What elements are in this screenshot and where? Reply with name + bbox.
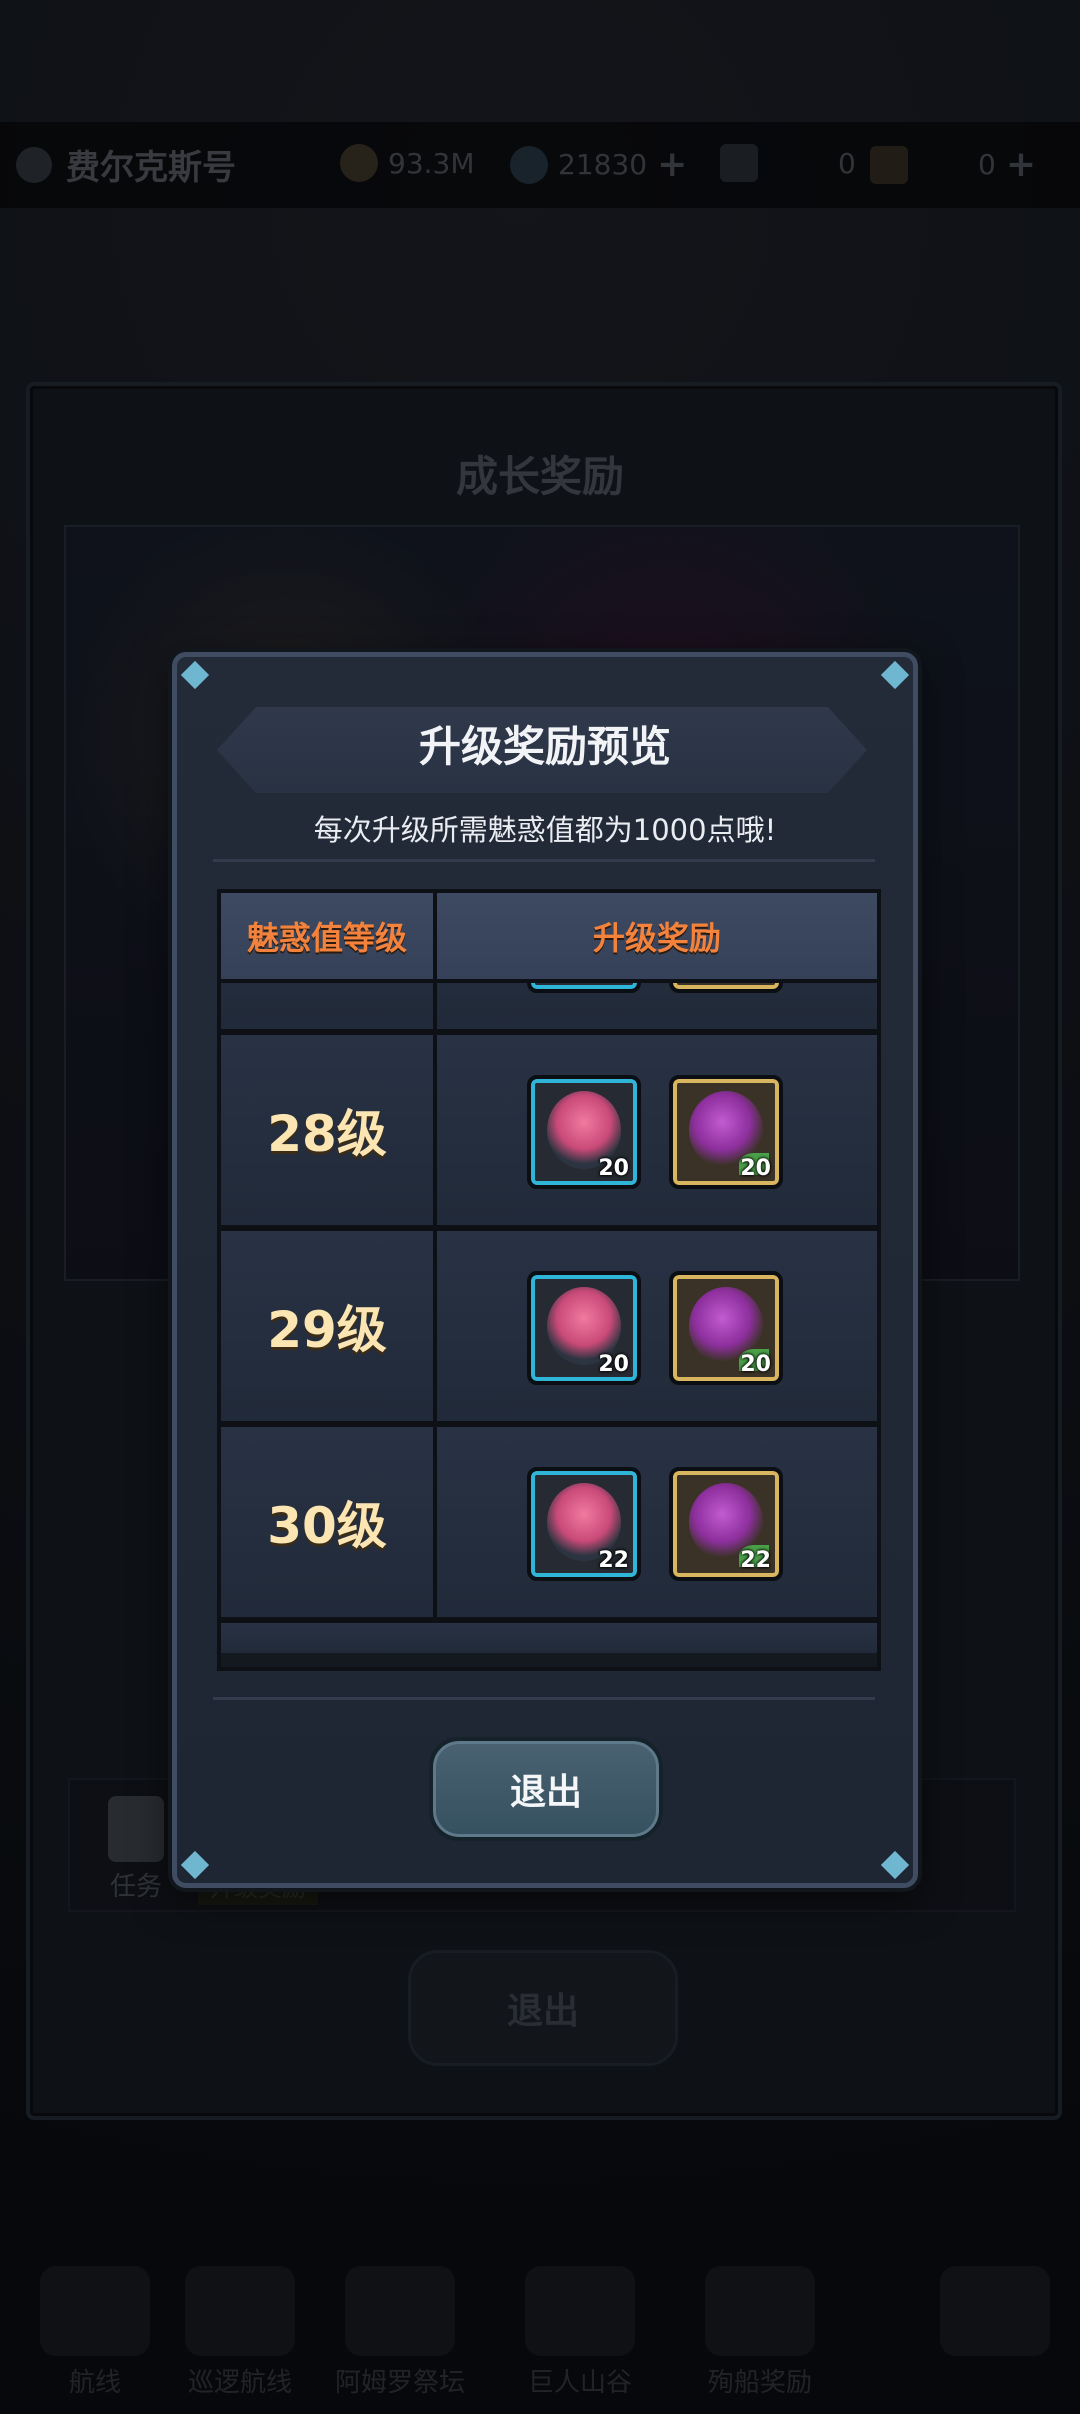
column-header-reward: 升级奖励 [592, 919, 721, 957]
level-cell: 28级 [221, 1035, 437, 1225]
corner-ornament [880, 1850, 910, 1880]
level-cell: 30级 [221, 1427, 437, 1617]
item-count: 20 [740, 1156, 771, 1181]
dialog-subtitle: 每次升级所需魅惑值都为1000点哦! [313, 813, 777, 847]
rose-token-item[interactable]: 20 [527, 1271, 641, 1385]
item-count: 22 [740, 1548, 771, 1573]
divider [213, 1697, 875, 1700]
corner-ornament [180, 660, 210, 690]
corner-ornament [880, 660, 910, 690]
corner-ornament [180, 1850, 210, 1880]
table-header: 魅惑值等级 升级奖励 [221, 893, 877, 983]
divider [213, 859, 875, 862]
table-row-partial [221, 1623, 877, 1653]
table-row: 29级 20 20 [221, 1231, 877, 1421]
rose-token-item[interactable]: 22 [527, 1467, 641, 1581]
purple-rose-item[interactable]: 20 [669, 1271, 783, 1385]
purple-rose-item[interactable]: 20 [669, 1075, 783, 1189]
purple-rose-item[interactable]: 22 [669, 1467, 783, 1581]
item-count: 20 [598, 1352, 629, 1377]
table-row: 28级 20 20 [221, 1035, 877, 1225]
upgrade-reward-preview-dialog: 升级奖励预览 每次升级所需魅惑值都为1000点哦! 魅惑值等级 升级奖励 20 … [172, 652, 918, 1888]
item-count: 22 [598, 1548, 629, 1573]
item-count: 20 [740, 1352, 771, 1377]
table-row: 30级 22 22 [221, 1427, 877, 1617]
exit-button[interactable]: 退出 [429, 1737, 663, 1841]
level-cell: 29级 [221, 1231, 437, 1421]
rose-token-item[interactable]: 20 [527, 1075, 641, 1189]
column-header-level: 魅惑值等级 [221, 893, 437, 979]
reward-table[interactable]: 魅惑值等级 升级奖励 20 20 28级 20 [217, 889, 881, 1671]
item-count: 20 [598, 1156, 629, 1181]
dialog-title: 升级奖励预览 [418, 722, 671, 771]
